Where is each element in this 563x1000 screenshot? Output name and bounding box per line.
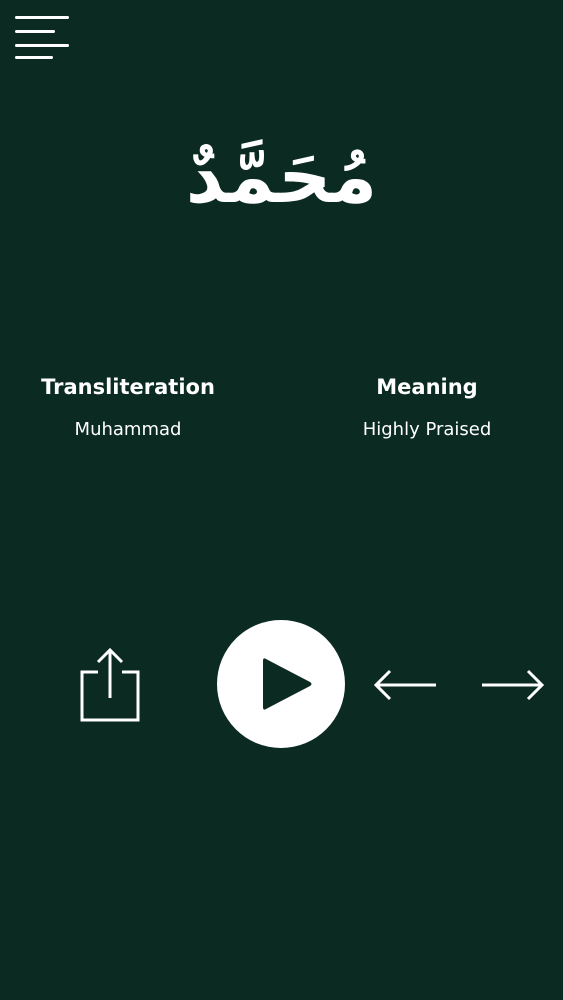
previous-button[interactable]: [370, 662, 440, 708]
next-button[interactable]: [476, 662, 546, 708]
transliteration-section: Transliteration Muhammad: [8, 372, 248, 443]
meaning-value: Highly Praised: [362, 419, 492, 440]
meaning-section: Meaning Highly Praised: [307, 372, 547, 443]
arabic-name: مُحَمَّدٌ: [185, 134, 378, 220]
play-button[interactable]: [217, 620, 345, 748]
share-icon: [80, 647, 140, 722]
menu-line-lower-middle: [15, 44, 69, 47]
menu-button[interactable]: [12, 12, 72, 64]
menu-line-bottom: [15, 56, 53, 59]
play-icon: [263, 658, 312, 710]
arrow-right-icon: [482, 669, 545, 701]
meaning-label: Meaning: [376, 375, 478, 399]
menu-line-top: [15, 16, 69, 19]
share-button[interactable]: [76, 642, 144, 726]
arrow-left-icon: [373, 669, 436, 701]
menu-line-upper-middle: [15, 30, 55, 33]
transliteration-label: Transliteration: [41, 375, 215, 399]
transliteration-value: Muhammad: [74, 419, 182, 440]
